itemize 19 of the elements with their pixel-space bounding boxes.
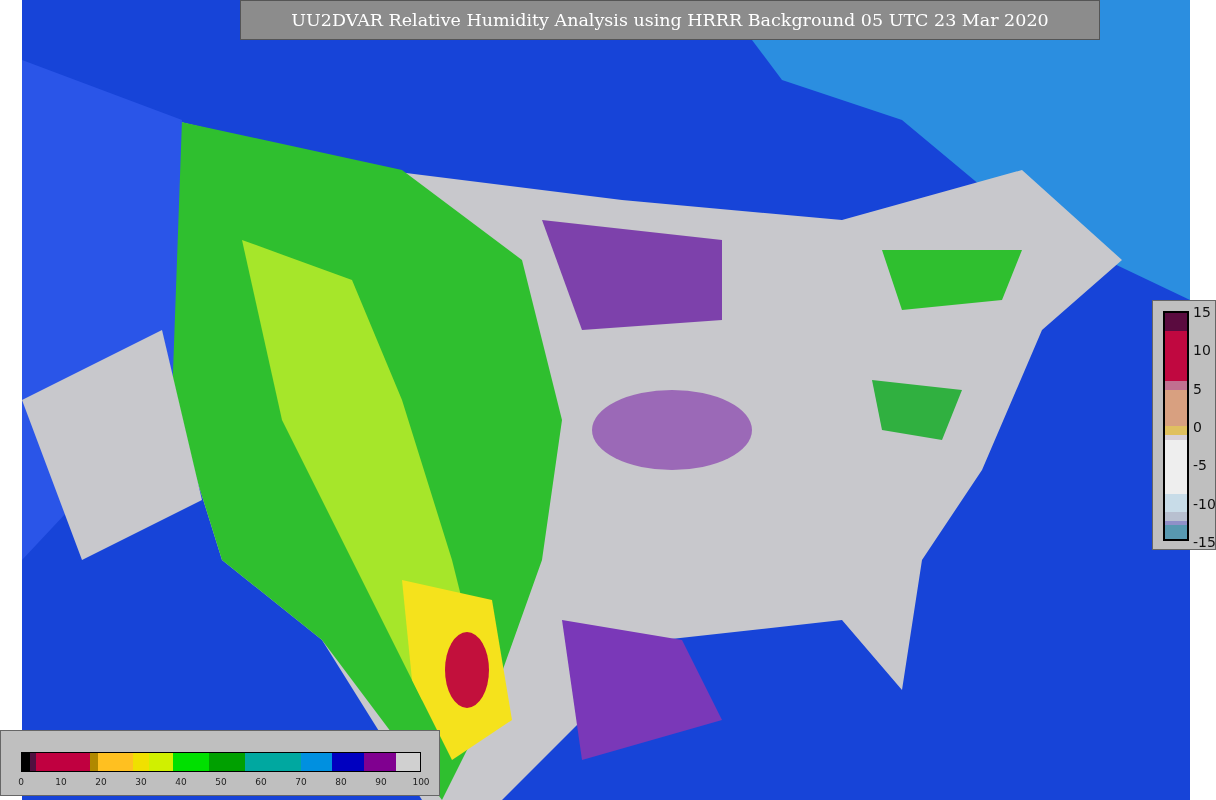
scale-label: 80 <box>335 777 347 787</box>
scale-label: 5 <box>1193 381 1202 396</box>
map-title: UU2DVAR Relative Humidity Analysis using HRRR Background 05 UTC 23 Mar 2020 <box>240 0 1100 40</box>
scale-label: 0 <box>1193 420 1202 434</box>
scale-label: 15 <box>1193 305 1211 319</box>
scale-label: 30 <box>135 777 147 787</box>
scale-label: 90 <box>375 777 387 787</box>
scale-label: 0 <box>18 777 24 787</box>
scale-label: 50 <box>215 777 227 787</box>
scale-label: -5 <box>1193 458 1207 473</box>
scale-label: 100 <box>412 777 430 787</box>
scale-label: 10 <box>1193 343 1211 358</box>
scale-label: 40 <box>175 777 187 787</box>
scale-label: 60 <box>255 777 267 787</box>
scale-label: 70 <box>295 777 307 787</box>
scale-label: 10 <box>55 777 67 787</box>
scale-label: 20 <box>95 777 107 787</box>
scale-label: -10 <box>1193 496 1216 511</box>
scale-label: -15 <box>1193 535 1216 549</box>
